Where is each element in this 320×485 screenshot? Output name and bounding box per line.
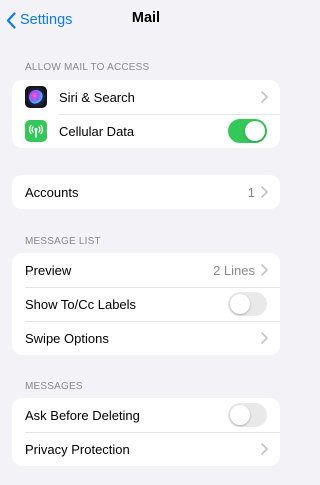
page-title: Mail	[131, 10, 161, 26]
section-header-messages: MESSAGES	[25, 381, 83, 392]
chevron-right-icon	[261, 332, 268, 344]
messages-group: Ask Before Deleting Privacy Protection	[12, 398, 280, 466]
section-header-allow-access: ALLOW MAIL TO ACCESS	[25, 62, 150, 73]
navigation-bar: Settings Mail	[0, 0, 292, 40]
ask-before-deleting-label: Ask Before Deleting	[25, 407, 140, 423]
privacy-protection-row[interactable]: Privacy Protection	[12, 432, 280, 466]
message-list-group: Preview 2 Lines Show To/Cc Labels Swipe …	[12, 253, 280, 355]
show-to-cc-toggle[interactable]	[228, 292, 267, 316]
chevron-right-icon	[261, 264, 268, 276]
allow-access-group: Siri & Search Cellular Data	[12, 80, 280, 148]
preview-label: Preview	[25, 262, 72, 278]
chevron-right-icon	[261, 186, 268, 198]
siri-search-label: Siri & Search	[59, 89, 135, 105]
swipe-options-label: Swipe Options	[25, 330, 109, 346]
section-header-message-list: MESSAGE LIST	[25, 236, 101, 247]
privacy-protection-label: Privacy Protection	[25, 441, 130, 457]
preview-value: 2 Lines	[213, 262, 255, 278]
accounts-count: 1	[247, 184, 255, 200]
cellular-data-row: Cellular Data	[12, 114, 280, 148]
cellular-data-toggle[interactable]	[228, 119, 267, 143]
ask-before-deleting-row: Ask Before Deleting	[12, 398, 280, 432]
preview-row[interactable]: Preview 2 Lines	[12, 253, 280, 287]
swipe-options-row[interactable]: Swipe Options	[12, 321, 280, 355]
accounts-group: Accounts 1	[12, 175, 280, 209]
siri-icon	[25, 86, 47, 108]
show-to-cc-row: Show To/Cc Labels	[12, 287, 280, 321]
accounts-row[interactable]: Accounts 1	[12, 175, 280, 209]
ask-before-deleting-toggle[interactable]	[228, 403, 267, 427]
cellular-data-label: Cellular Data	[59, 123, 135, 139]
accounts-label: Accounts	[25, 184, 79, 200]
chevron-right-icon	[261, 91, 268, 103]
siri-search-row[interactable]: Siri & Search	[12, 80, 280, 114]
cellular-antenna-icon	[25, 120, 47, 142]
chevron-right-icon	[261, 443, 268, 455]
show-to-cc-label: Show To/Cc Labels	[25, 296, 137, 312]
toggle-knob	[230, 405, 250, 425]
toggle-knob	[245, 121, 265, 141]
toggle-knob	[230, 294, 250, 314]
